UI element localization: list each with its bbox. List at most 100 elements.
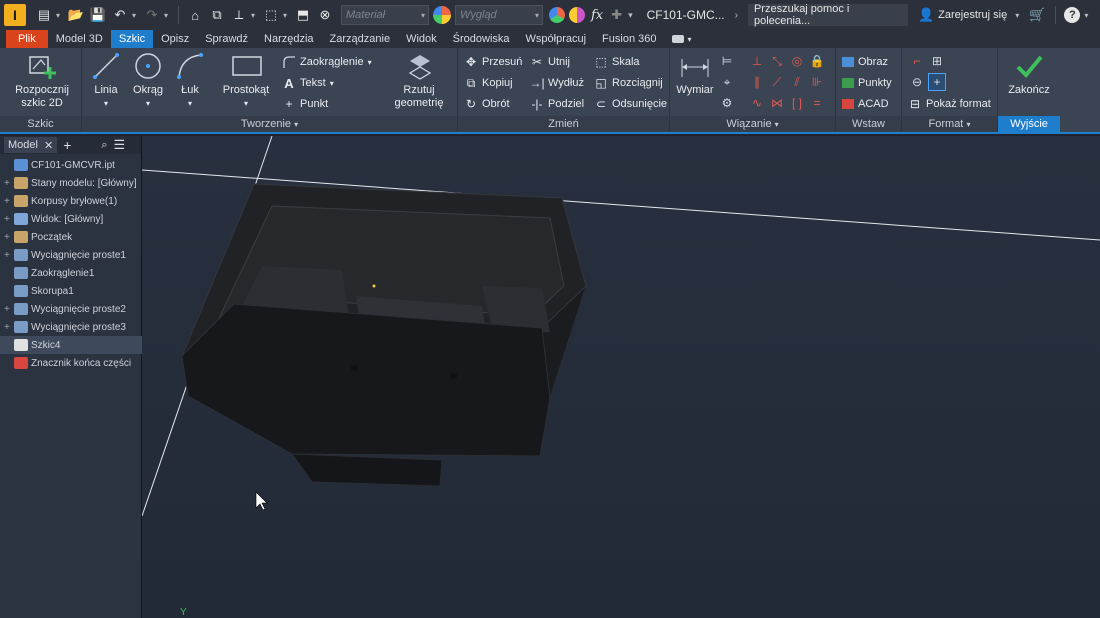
chevron-right-icon[interactable]: › — [735, 10, 738, 21]
appearance-combo[interactable]: Wygląd ▾ — [455, 5, 543, 25]
tab-inspect[interactable]: Sprawdź — [197, 30, 256, 48]
scale-button[interactable]: ⬚ Skala — [594, 52, 639, 72]
fix-constraint-icon[interactable]: 🔒 — [808, 52, 826, 70]
tab-view[interactable]: Widok — [398, 30, 445, 48]
adjust-appearance-icon[interactable] — [569, 7, 585, 23]
finish-sketch-button[interactable]: Zakończ — [1004, 50, 1054, 97]
browser-node[interactable]: + Początek — [0, 228, 142, 246]
redo-caret-icon[interactable]: ▾ — [164, 11, 172, 20]
equal-constraint-icon[interactable]: ⊪ — [808, 73, 826, 91]
symmetric-constraint-icon[interactable]: ⋈ — [768, 94, 786, 112]
rectangle-button[interactable]: Prostokąt ▾ — [216, 50, 276, 110]
rotate-button[interactable]: ↻ Obrót — [464, 94, 510, 114]
graphics-viewport[interactable]: Y — [142, 136, 1100, 618]
tab-annotate[interactable]: Opisz — [153, 30, 197, 48]
centerline-icon[interactable]: ⊖ — [908, 73, 926, 91]
expand-icon[interactable]: + — [4, 250, 14, 261]
line-button[interactable]: Linia ▾ — [88, 50, 124, 110]
browser-node[interactable]: + Wyciągnięcie proste3 — [0, 318, 142, 336]
add-tab-icon[interactable]: + — [63, 137, 71, 153]
select-icon[interactable]: ⬚ — [261, 5, 281, 25]
new-file-icon[interactable]: ▤ — [34, 5, 54, 25]
browser-node[interactable]: Zaokrąglenie1 — [0, 264, 142, 282]
dimension-button[interactable]: Wymiar — [674, 50, 716, 97]
update-icon[interactable]: ⧉ — [207, 5, 227, 25]
undo-caret-icon[interactable]: ▾ — [132, 11, 140, 20]
perpendicular-constraint-icon[interactable]: ⊥ — [748, 52, 766, 70]
expand-icon[interactable]: + — [4, 214, 14, 225]
stretch-button[interactable]: ◱ Rozciągnij — [594, 73, 662, 93]
chevron-down-icon[interactable]: ▾ — [1084, 11, 1088, 20]
start-sketch-button[interactable]: Rozpocznij szkic 2D — [6, 50, 78, 110]
copy-button[interactable]: ⧉ Kopiuj — [464, 73, 513, 93]
concentric-constraint-icon[interactable]: ◎ — [788, 52, 806, 70]
appearance-icon[interactable] — [433, 6, 451, 24]
help-search-input[interactable]: Przeszukaj pomoc i polecenia... — [747, 3, 908, 27]
undo-icon[interactable]: ↶ — [110, 5, 130, 25]
chevron-down-icon[interactable]: ▾ — [775, 120, 779, 129]
construction-icon[interactable]: ⌐ — [908, 52, 926, 70]
point-button[interactable]: + Punkt — [282, 94, 328, 114]
browser-tab-model[interactable]: Model ✕ — [4, 137, 58, 153]
trim-button[interactable]: ✂ Utnij — [530, 52, 570, 72]
home-icon[interactable]: ⌂ — [185, 5, 205, 25]
save-icon[interactable]: 💾 — [88, 5, 108, 25]
tab-sketch[interactable]: Szkic — [110, 30, 154, 48]
open-folder-icon[interactable]: 📂 — [66, 5, 86, 25]
colinear-constraint-icon[interactable]: ⫽ — [788, 73, 806, 91]
parallel-constraint-icon[interactable]: ∥ — [748, 73, 766, 91]
browser-node[interactable]: CF101-GMCVR.ipt — [0, 156, 142, 174]
browser-node[interactable]: + Stany modelu: [Główny] — [0, 174, 142, 192]
app-logo-icon[interactable]: I — [4, 4, 26, 26]
fillet-button[interactable]: Zaokrąglenie ▾ — [282, 52, 372, 72]
offset-button[interactable]: ⊂ Odsunięcie — [594, 94, 667, 114]
insert-acad-button[interactable]: ACAD — [842, 94, 889, 114]
select-caret-icon[interactable]: ▾ — [283, 11, 291, 20]
no-material-icon[interactable]: ⊗ — [315, 5, 335, 25]
browser-node[interactable]: Znacznik końca części — [0, 354, 142, 372]
help-icon[interactable]: ? — [1064, 7, 1081, 23]
center-point-icon[interactable]: + — [928, 73, 946, 91]
expand-icon[interactable]: + — [4, 196, 14, 207]
vertical-constraint-icon[interactable]: = — [808, 94, 826, 112]
fx-icon[interactable]: fx — [591, 8, 603, 23]
horizontal-constraint-icon[interactable]: [ ] — [788, 94, 806, 112]
auto-dimension-icon[interactable]: ⊨ — [718, 52, 736, 70]
browser-node[interactable]: Skorupa1 — [0, 282, 142, 300]
close-icon[interactable]: ✕ — [44, 139, 53, 152]
project-geometry-button[interactable]: Rzutuj geometrię — [384, 50, 454, 110]
tab-collaborate[interactable]: Współpracuj — [518, 30, 595, 48]
redo-icon[interactable]: ↷ — [142, 5, 162, 25]
clear-appearance-icon[interactable] — [549, 7, 565, 23]
chevron-down-icon[interactable]: ▾ — [294, 120, 298, 129]
cart-icon[interactable]: 🛒 — [1029, 7, 1045, 23]
browser-node[interactable]: + Wyciągnięcie proste1 — [0, 246, 142, 264]
extend-button[interactable]: →| Wydłuż — [529, 73, 584, 93]
insert-points-button[interactable]: Punkty — [842, 73, 892, 93]
ipart-icon[interactable]: ⬒ — [293, 5, 313, 25]
show-format-button[interactable]: ⊟ Pokaż format — [908, 94, 991, 114]
tab-manage[interactable]: Zarządzanie — [322, 30, 399, 48]
coincident-constraint-icon[interactable]: ⤡ — [768, 52, 786, 70]
smooth-constraint-icon[interactable]: ∿ — [748, 94, 766, 112]
tab-file[interactable]: Plik — [6, 30, 48, 48]
menu-icon[interactable]: ☰ — [114, 137, 126, 153]
new-caret-icon[interactable]: ▾ — [56, 11, 64, 20]
arc-button[interactable]: Łuk ▾ — [172, 50, 208, 110]
tab-environments[interactable]: Środowiska — [445, 30, 518, 48]
tangent-constraint-icon[interactable]: ⟋ — [768, 73, 786, 91]
browser-node[interactable]: Szkic4 — [0, 336, 142, 354]
move-button[interactable]: ✥ Przesuń — [464, 52, 522, 72]
browser-node[interactable]: + Korpusy bryłowe(1) — [0, 192, 142, 210]
expand-icon[interactable]: + — [4, 178, 14, 189]
tab-overflow[interactable]: ▾ — [664, 30, 699, 48]
tab-model-3d[interactable]: Model 3D — [48, 30, 111, 48]
expand-icon[interactable]: + — [4, 304, 14, 315]
material-combo[interactable]: Materiał ▾ — [341, 5, 429, 25]
insert-image-button[interactable]: Obraz — [842, 52, 888, 72]
browser-node[interactable]: + Wyciągnięcie proste2 — [0, 300, 142, 318]
customize-caret-icon[interactable]: ▾ — [628, 10, 633, 21]
signin-button[interactable]: 👤 Zarejestruj się ▾ — [918, 7, 1019, 23]
browser-node[interactable]: + Widok: [Główny] — [0, 210, 142, 228]
expand-icon[interactable]: + — [4, 322, 14, 333]
